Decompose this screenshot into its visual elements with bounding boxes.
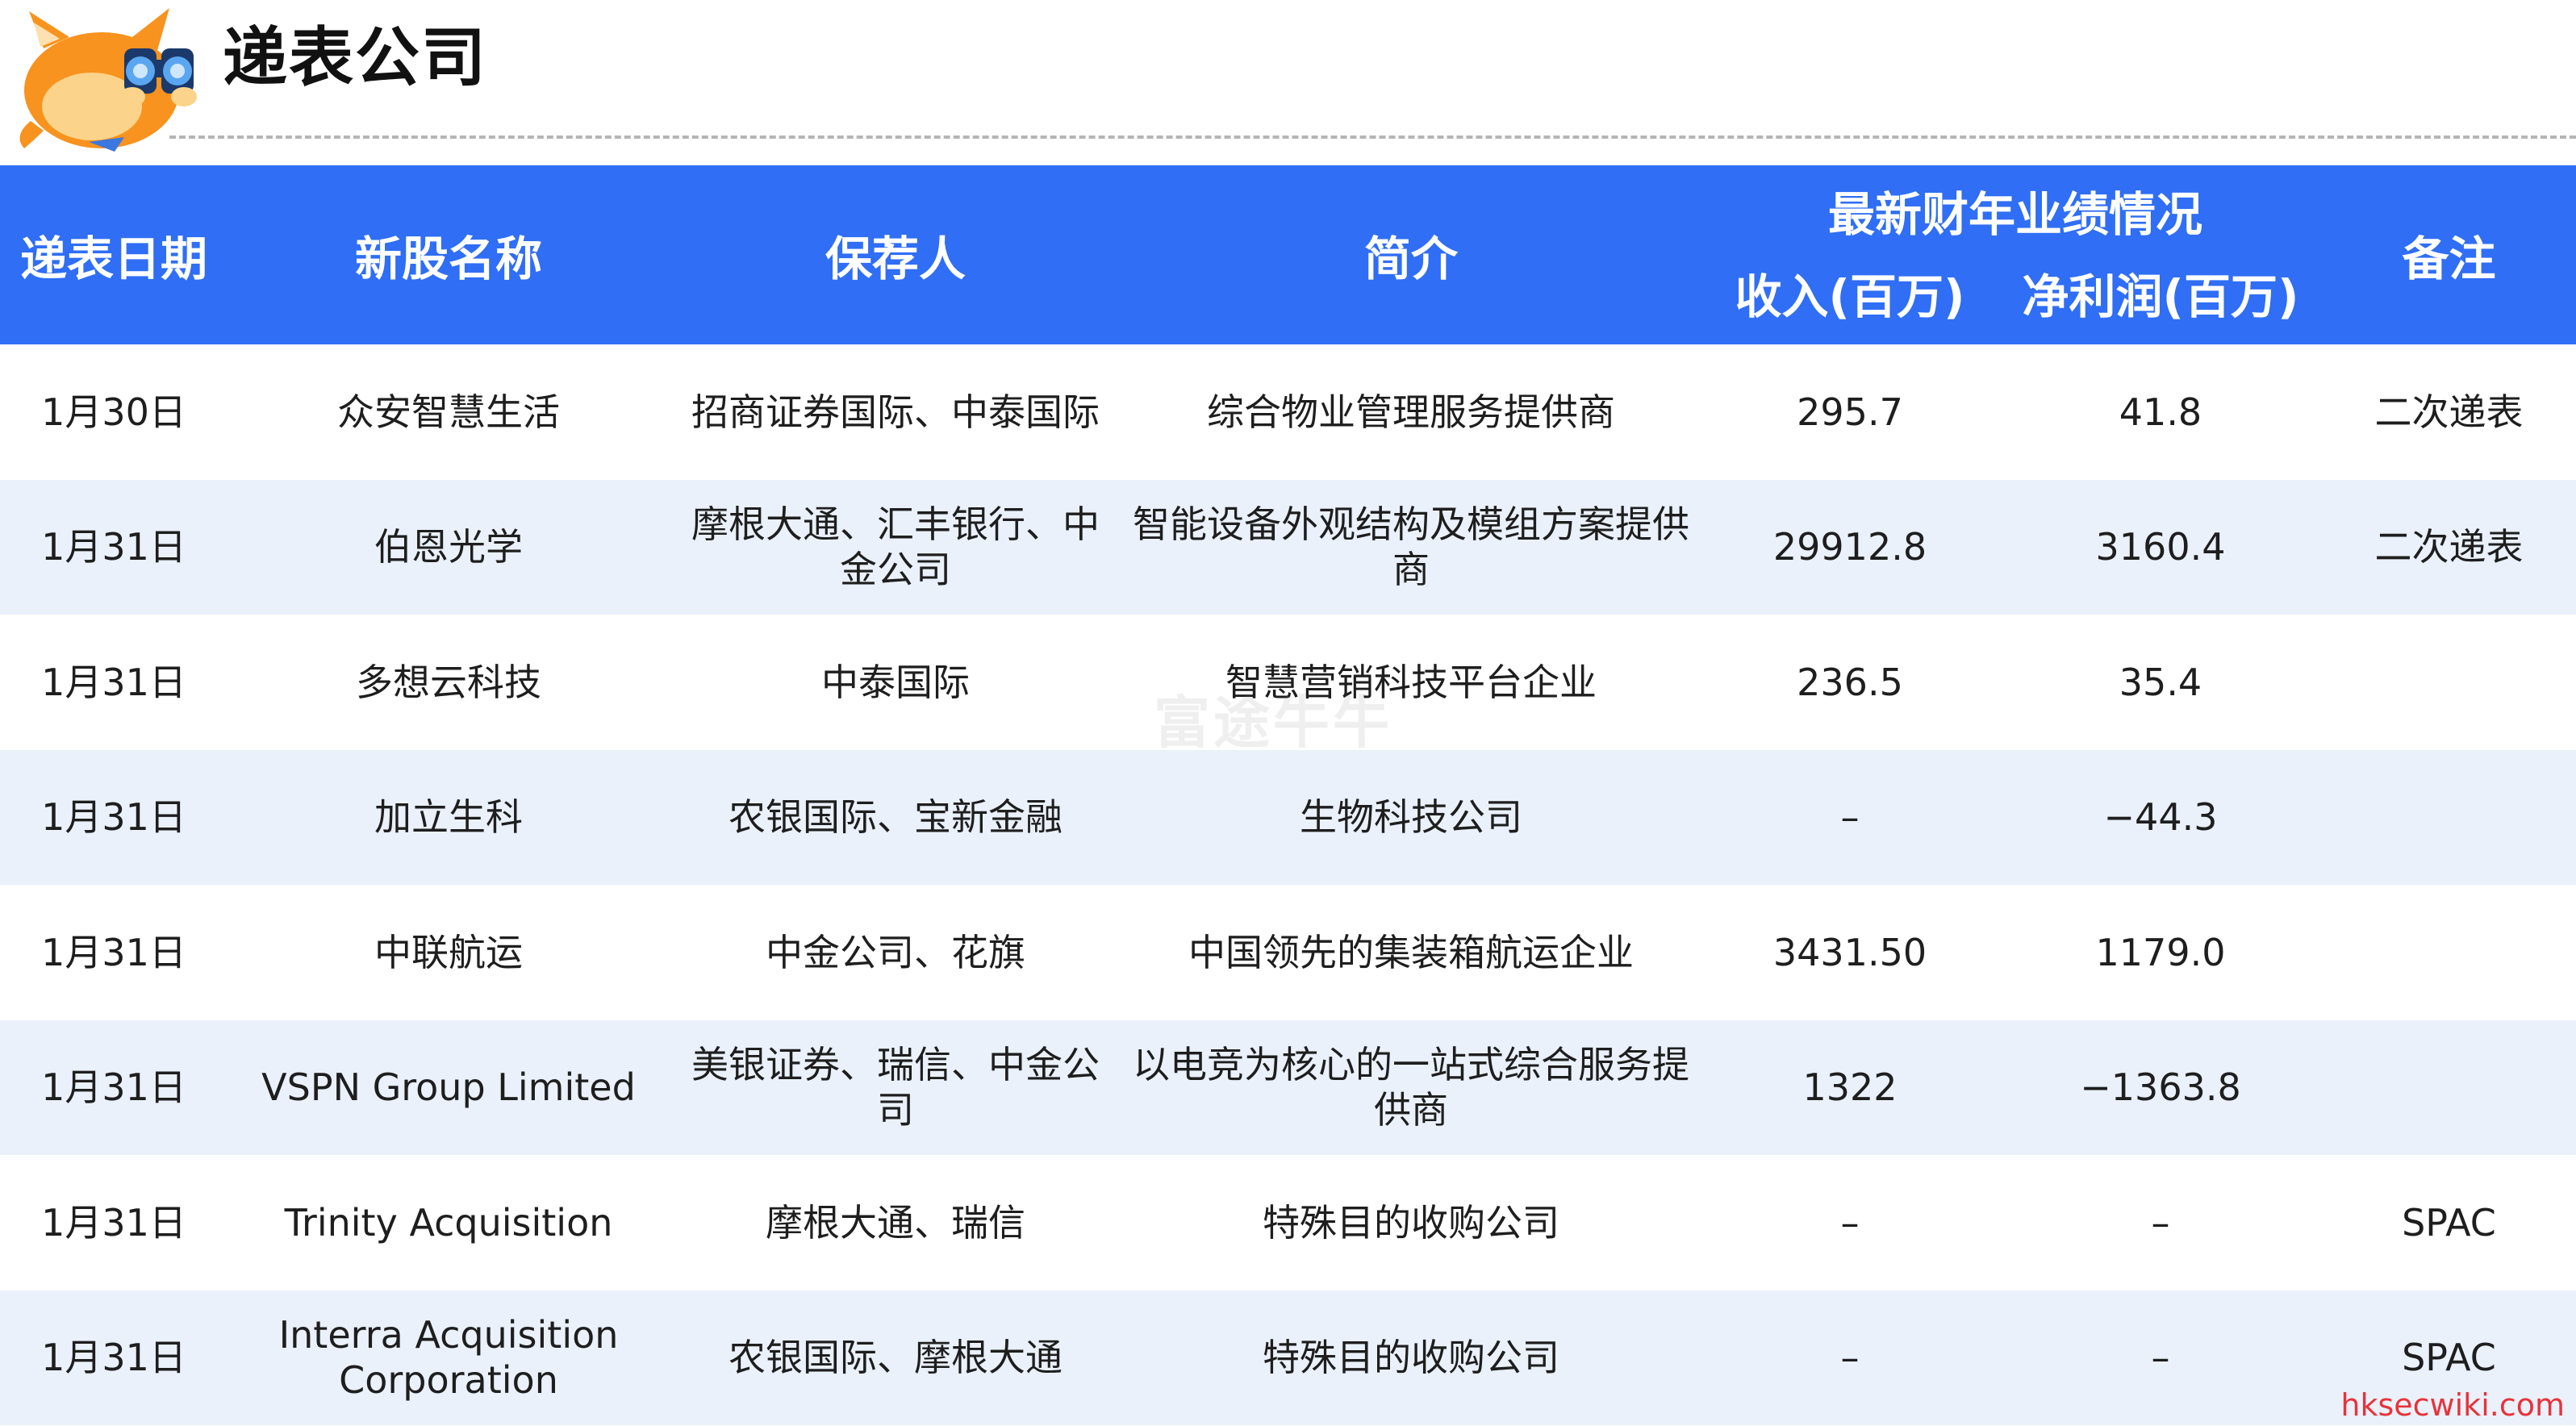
cell-net-profit: 35.4 <box>2119 660 2202 704</box>
header-description: 简介 <box>1363 231 1458 286</box>
cell-name: 中联航运 <box>374 930 523 974</box>
cell-name: 众安智慧生活 <box>337 390 560 434</box>
cell-revenue: 1322 <box>1802 1065 1898 1110</box>
source-label: hksecwiki.com <box>2340 1387 2565 1423</box>
cell-net-profit: 3160.4 <box>2095 525 2226 569</box>
cell-date: 1月31日 <box>41 795 186 840</box>
cell-name: 加立生科 <box>374 795 523 840</box>
cell-sponsor: 中金公司、花旗 <box>766 930 1025 974</box>
cell-description: 智能设备外观结构及模组方案提供商 <box>1133 502 1689 592</box>
cell-description: 生物科技公司 <box>1300 795 1522 840</box>
table-row: 1月31日 中联航运 中金公司、花旗 中国领先的集装箱航运企业 3431.50 1179.… <box>0 885 2576 1020</box>
cell-net-profit: – <box>2151 1200 2170 1245</box>
title-bar: 递表公司 <box>0 0 2576 161</box>
cell-note <box>2322 885 2576 1020</box>
cell-note <box>2322 750 2576 886</box>
table-row: 1月31日 Interra Acquisition Corporation 农银国际… <box>0 1290 2576 1425</box>
table-header: 递表日期 新股名称 保荐人 简介 最新财年业绩情况 收入(百万) 净利润(百万)… <box>0 165 2576 344</box>
cell-description: 特殊目的收购公司 <box>1263 1200 1559 1245</box>
cell-description: 中国领先的集装箱航运企业 <box>1188 930 1634 974</box>
cell-revenue: 295.7 <box>1797 390 1903 434</box>
cell-name: VSPN Group Limited <box>261 1065 636 1110</box>
cell-revenue: – <box>1840 795 1860 840</box>
cell-sponsor: 中泰国际 <box>821 660 970 704</box>
cell-net-profit: −1363.8 <box>2080 1065 2241 1110</box>
header-sponsor: 保荐人 <box>825 231 966 286</box>
table-row: 1月30日 众安智慧生活 招商证券国际、中泰国际 综合物业管理服务提供商 295.7 41… <box>0 344 2576 480</box>
cell-revenue: – <box>1840 1200 1860 1245</box>
cell-sponsor: 农银国际、摩根大通 <box>729 1336 1063 1380</box>
cell-date: 1月31日 <box>41 1336 186 1380</box>
header-net-profit: 净利润(百万) <box>2022 269 2299 324</box>
cell-date: 1月31日 <box>41 930 186 974</box>
cell-name: 伯恩光学 <box>374 525 523 569</box>
cell-description: 特殊目的收购公司 <box>1263 1336 1559 1380</box>
cell-sponsor: 摩根大通、瑞信 <box>766 1200 1025 1245</box>
watermark: 富途牛牛 <box>1154 690 1392 756</box>
cell-name: Trinity Acquisition <box>284 1200 613 1245</box>
table-row: 1月31日 VSPN Group Limited 美银证券、瑞信、中金公司 以电竞为核… <box>0 1019 2576 1156</box>
cell-note: SPAC <box>2402 1200 2496 1245</box>
table-row: 1月31日 加立生科 农银国际、宝新金融 生物科技公司 – −44.3 <box>0 749 2576 886</box>
cell-net-profit: – <box>2151 1336 2170 1380</box>
cell-net-profit: 41.8 <box>2119 390 2202 434</box>
mascot-with-binoculars-icon <box>19 8 197 152</box>
cell-description: 综合物业管理服务提供商 <box>1207 390 1615 434</box>
cell-revenue: 236.5 <box>1797 660 1903 704</box>
cell-note <box>2322 615 2576 750</box>
cell-date: 1月31日 <box>41 525 186 569</box>
cell-date: 1月31日 <box>41 1065 186 1110</box>
table-body: 1月30日 众安智慧生活 招商证券国际、中泰国际 综合物业管理服务提供商 295.7 41… <box>0 344 2576 1425</box>
header-performance-title: 最新财年业绩情况 <box>1827 187 2202 242</box>
cell-name: Interra Acquisition Corporation <box>278 1313 619 1403</box>
table-row: 1月31日 伯恩光学 摩根大通、汇丰银行、中金公司 智能设备外观结构及模组方案提供商 2… <box>0 479 2576 615</box>
cell-note: 二次递表 <box>2374 525 2524 569</box>
cell-note: 二次递表 <box>2374 390 2524 434</box>
cell-description: 以电竞为核心的一站式综合服务提供商 <box>1133 1043 1689 1132</box>
header-name: 新股名称 <box>354 231 542 286</box>
header-note: 备注 <box>2402 231 2496 286</box>
cell-net-profit: 1179.0 <box>2095 930 2226 974</box>
cell-date: 1月31日 <box>41 660 186 704</box>
cell-date: 1月30日 <box>41 390 186 434</box>
cell-note <box>2322 1020 2576 1156</box>
page-title: 递表公司 <box>223 20 487 95</box>
ipo-filing-table: 递表日期 新股名称 保荐人 简介 最新财年业绩情况 收入(百万) 净利润(百万)… <box>0 165 2576 1425</box>
table-row: 1月31日 Trinity Acquisition 摩根大通、瑞信 特殊目的收购公司 –… <box>0 1155 2576 1290</box>
cell-sponsor: 农银国际、宝新金融 <box>729 795 1063 840</box>
header-revenue: 收入(百万) <box>1735 269 1965 324</box>
cell-revenue: – <box>1840 1336 1860 1380</box>
cell-sponsor: 摩根大通、汇丰银行、中金公司 <box>691 502 1100 592</box>
cell-date: 1月31日 <box>41 1200 186 1245</box>
page: 递表公司 递表日期 新股名称 保荐人 简介 最新财年业绩情况 收入(百万) 净利… <box>0 0 2576 1426</box>
cell-revenue: 3431.50 <box>1772 930 1927 974</box>
cell-sponsor: 招商证券国际、中泰国际 <box>691 390 1100 434</box>
cell-name: 多想云科技 <box>356 660 541 704</box>
cell-revenue: 29912.8 <box>1772 525 1927 569</box>
cell-net-profit: −44.3 <box>2103 795 2218 840</box>
dashed-divider <box>169 136 2576 139</box>
header-date: 递表日期 <box>19 231 207 286</box>
cell-sponsor: 美银证券、瑞信、中金公司 <box>691 1043 1100 1132</box>
header-performance-group: 最新财年业绩情况 收入(百万) 净利润(百万) <box>1717 165 2314 344</box>
